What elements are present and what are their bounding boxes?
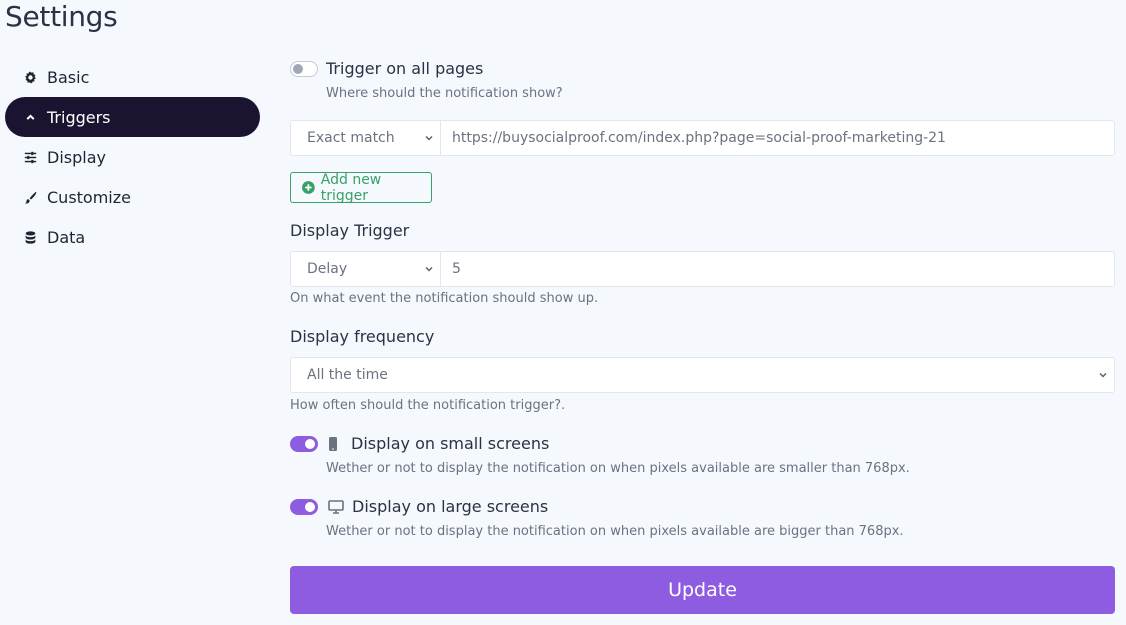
add-new-trigger-button[interactable]: Add new trigger [290, 171, 432, 204]
small-screens-label: Display on small screens [351, 434, 550, 453]
trigger-all-pages-toggle[interactable] [290, 60, 318, 77]
sidebar-item-display[interactable]: Display [5, 137, 260, 177]
chevron-down-icon [1099, 372, 1107, 378]
sidebar-item-label: Basic [47, 67, 90, 87]
display-trigger-value-input[interactable]: 5 [441, 252, 1114, 286]
large-screens-row: Display on large screens [290, 497, 548, 516]
sidebar-item-label: Display [47, 147, 106, 167]
large-screens-label: Display on large screens [352, 497, 549, 516]
sidebar-item-label: Data [47, 227, 86, 247]
page-title: Settings [5, 0, 118, 33]
trigger-all-pages-label: Trigger on all pages [326, 59, 484, 78]
trigger-url-input[interactable]: https://buysocialproof.com/index.php?pag… [441, 121, 1114, 155]
small-screens-toggle[interactable] [290, 435, 318, 452]
display-trigger-label: Display Trigger [290, 221, 410, 240]
display-trigger-help: On what event the notification should sh… [290, 291, 599, 306]
trigger-all-pages-help: Where should the notification show? [326, 86, 563, 101]
update-button[interactable]: Update [290, 566, 1115, 614]
display-frequency-label: Display frequency [290, 327, 435, 346]
plus-circle-icon [302, 181, 315, 194]
trigger-rule: Exact match https://buysocialproof.com/i… [290, 120, 1115, 156]
large-screens-help: Wether or not to display the notificatio… [326, 524, 904, 539]
display-frequency-value: All the time [307, 367, 388, 383]
sidebar: Basic Triggers Display Customize Data [5, 57, 260, 257]
match-type-select[interactable]: Exact match [291, 121, 441, 155]
chevron-up-icon [23, 110, 37, 124]
chevron-down-icon [425, 135, 433, 141]
display-frequency-select[interactable]: All the time [290, 357, 1115, 393]
small-screens-row: Display on small screens [290, 434, 549, 453]
sidebar-item-customize[interactable]: Customize [5, 177, 260, 217]
trigger-all-pages-row: Trigger on all pages [290, 59, 483, 78]
large-screens-toggle[interactable] [290, 498, 318, 515]
mobile-icon [328, 436, 338, 451]
database-icon [23, 230, 37, 244]
small-screens-help: Wether or not to display the notificatio… [326, 461, 910, 476]
add-new-trigger-label: Add new trigger [320, 171, 382, 204]
gear-icon [23, 70, 37, 84]
desktop-icon [328, 499, 344, 514]
sidebar-item-triggers[interactable]: Triggers [5, 97, 260, 137]
sliders-icon [23, 150, 37, 164]
paintbrush-icon [23, 190, 37, 204]
match-type-value: Exact match [307, 130, 395, 146]
sidebar-item-data[interactable]: Data [5, 217, 260, 257]
display-frequency-help: How often should the notification trigge… [290, 398, 566, 413]
display-trigger-group: Delay 5 [290, 251, 1115, 287]
chevron-down-icon [425, 266, 433, 272]
display-trigger-type-select[interactable]: Delay [291, 252, 441, 286]
sidebar-item-label: Customize [47, 187, 131, 207]
sidebar-item-basic[interactable]: Basic [5, 57, 260, 97]
sidebar-item-label: Triggers [47, 107, 111, 127]
display-trigger-type-value: Delay [307, 261, 348, 277]
